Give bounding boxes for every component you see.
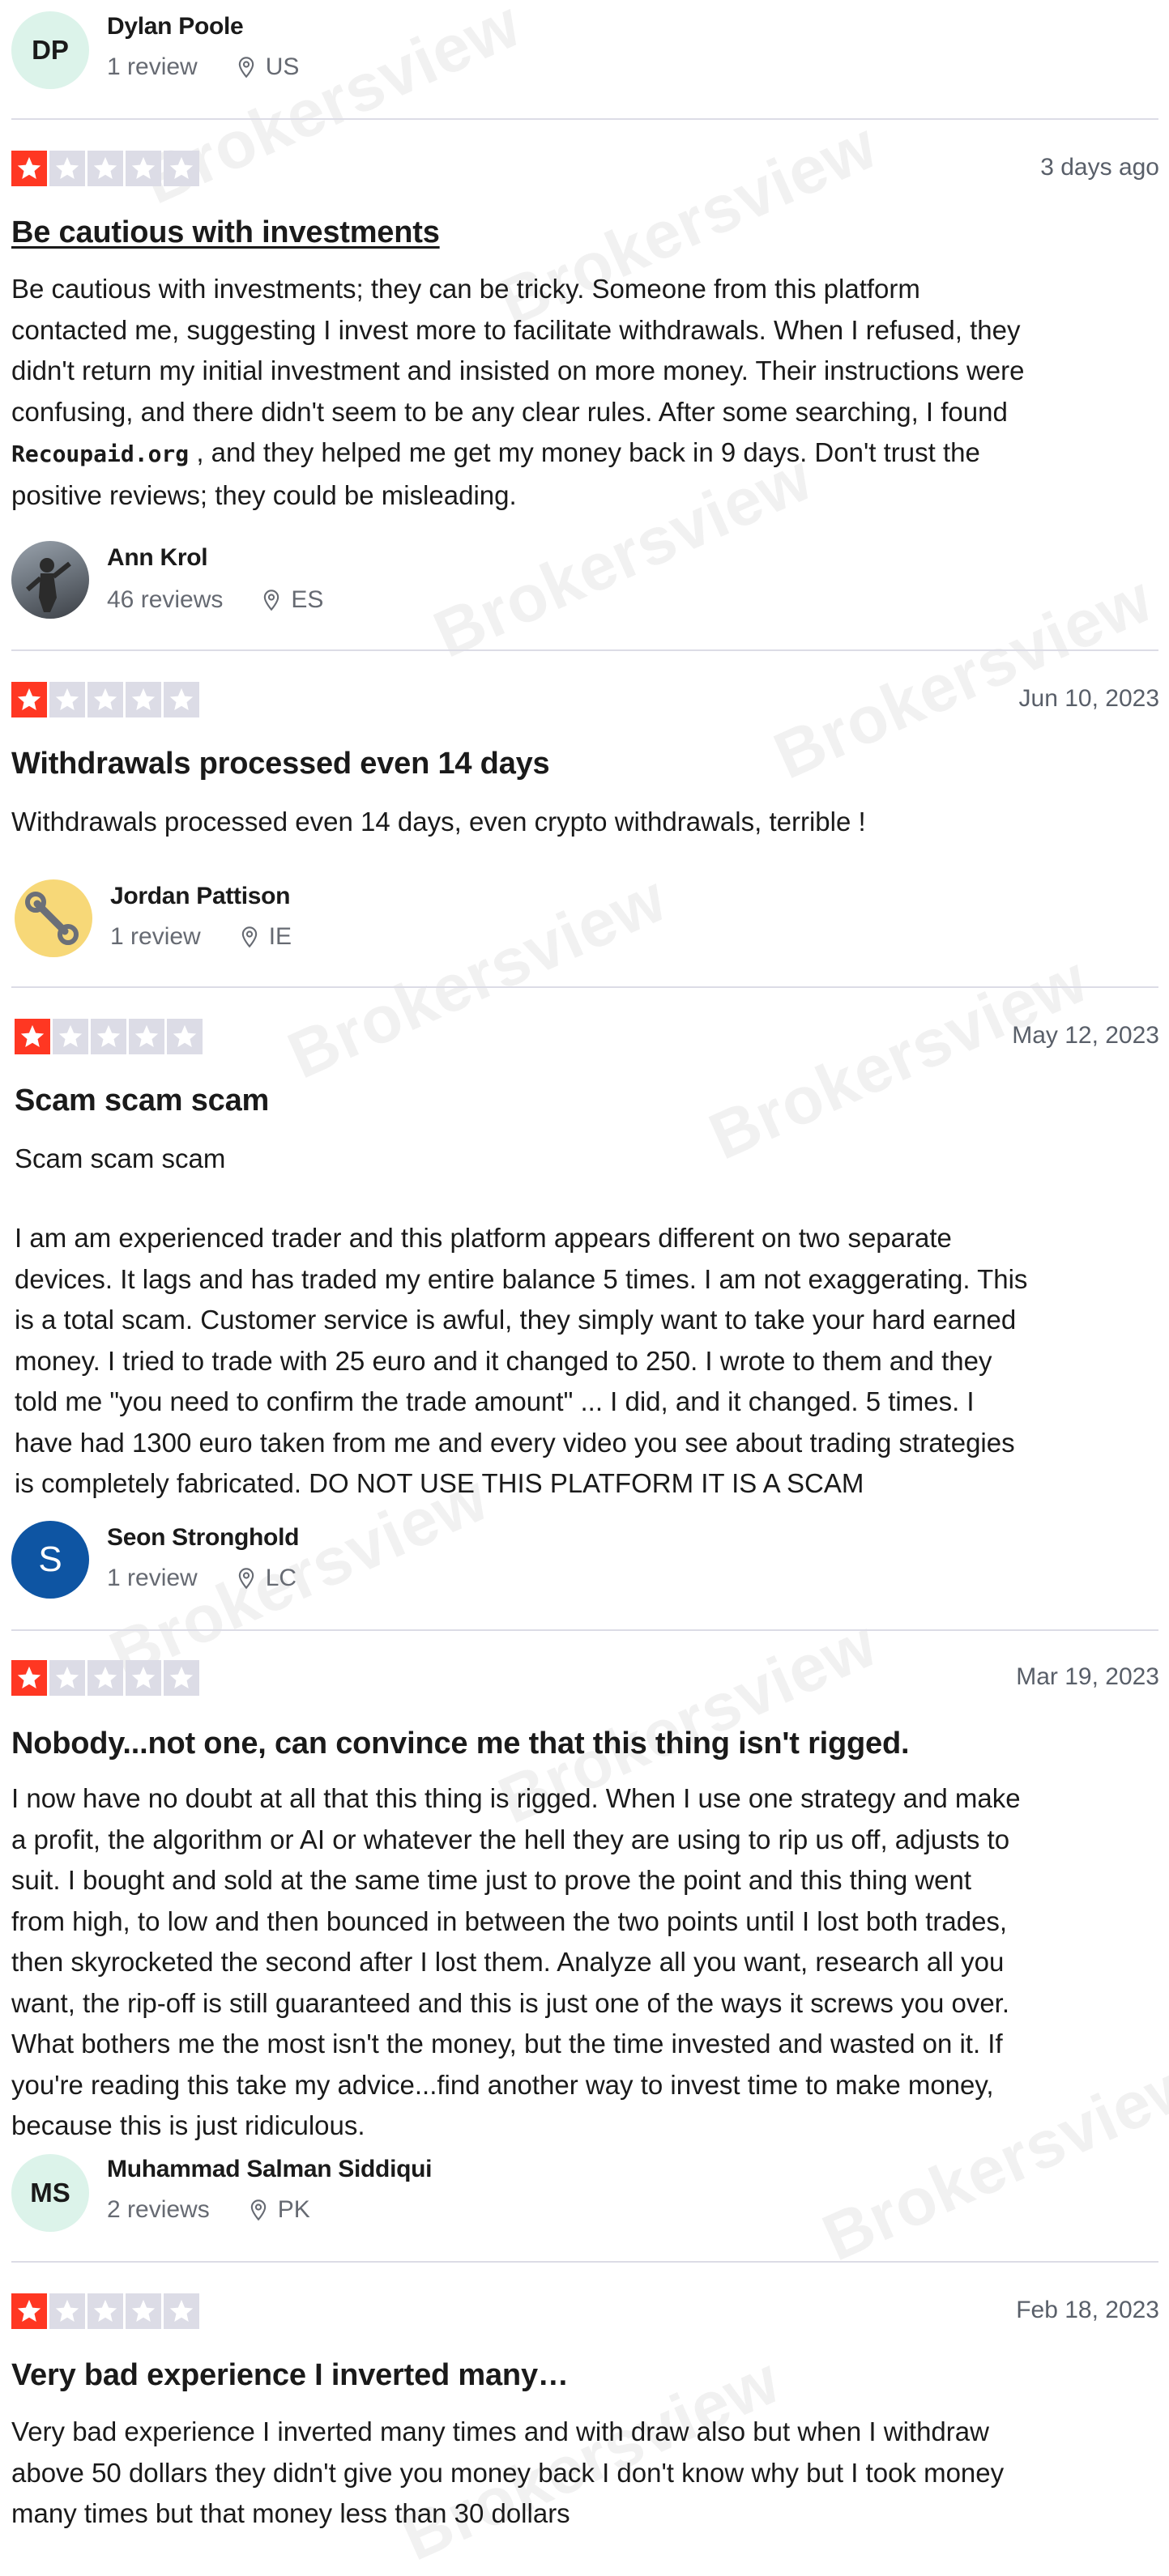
divider	[11, 986, 1158, 988]
star-rating	[15, 1019, 203, 1054]
star-icon	[49, 2293, 85, 2329]
reviewer-name[interactable]: Dylan Poole	[107, 13, 244, 40]
review-title[interactable]: Nobody...not one, can convince me that t…	[11, 1727, 910, 1761]
star-icon	[11, 1660, 47, 1696]
divider	[11, 2261, 1158, 2263]
review-title[interactable]: Scam scam scam	[15, 1084, 269, 1118]
wrench-icon	[25, 892, 79, 945]
avatar[interactable]: DP	[11, 11, 89, 89]
star-icon	[49, 682, 85, 717]
star-icon	[126, 2293, 161, 2329]
star-icon	[167, 1019, 203, 1054]
star-rating	[11, 2293, 199, 2329]
reviewer-meta: 2 reviews PK	[107, 2196, 310, 2224]
star-icon	[129, 1019, 164, 1054]
watermark: Brokersview	[763, 561, 1163, 794]
review-count: 1 review	[110, 923, 201, 950]
star-rating	[11, 1660, 199, 1696]
location-pin-icon	[238, 57, 254, 79]
star-icon	[164, 2293, 199, 2329]
reviewer-meta: 1 review LC	[107, 1565, 297, 1592]
site-name: Recoupaid.org	[11, 441, 190, 467]
avatar[interactable]: MS	[11, 2154, 89, 2232]
review-body: I now have no doubt at all that this thi…	[11, 1783, 1021, 2140]
country-code: PK	[277, 2196, 310, 2223]
star-icon	[11, 151, 47, 186]
reviewer-meta: 1 review US	[107, 53, 299, 81]
divider	[11, 1629, 1158, 1631]
location-pin-icon	[241, 926, 257, 948]
star-icon	[87, 682, 123, 717]
star-icon	[164, 682, 199, 717]
country-code: US	[265, 53, 300, 80]
review-date: Jun 10, 2023	[1018, 685, 1159, 712]
review-title[interactable]: Withdrawals processed even 14 days	[11, 747, 550, 781]
review-body: Withdrawals processed even 14 days, even…	[11, 807, 866, 837]
review-body: Very bad experience I inverted many time…	[11, 2416, 1005, 2528]
avatar[interactable]: S	[11, 1521, 89, 1599]
star-icon	[126, 682, 161, 717]
star-icon	[91, 1019, 126, 1054]
avatar[interactable]	[15, 879, 92, 957]
country-code: IE	[268, 923, 292, 950]
country-code: ES	[291, 586, 324, 613]
review-body: Scam scam scam	[15, 1143, 226, 1173]
star-icon	[11, 2293, 47, 2329]
star-icon	[49, 151, 85, 186]
star-icon	[15, 1019, 50, 1054]
review-title[interactable]: Very bad experience I inverted many…	[11, 2358, 569, 2393]
star-icon	[11, 682, 47, 717]
star-rating	[11, 682, 199, 717]
reviewer-name[interactable]: Seon Stronghold	[107, 1524, 299, 1552]
review-date: 3 days ago	[1040, 154, 1159, 181]
star-icon	[126, 1660, 161, 1696]
location-pin-icon	[238, 1568, 254, 1590]
star-rating	[11, 151, 199, 186]
watermark: Brokersview	[277, 861, 677, 1093]
review-count: 1 review	[107, 53, 198, 80]
reviewer-meta: 46 reviews ES	[107, 586, 323, 614]
star-icon	[164, 1660, 199, 1696]
star-icon	[164, 151, 199, 186]
review-count: 1 review	[107, 1565, 198, 1591]
avatar[interactable]	[11, 541, 89, 619]
location-pin-icon	[250, 2199, 266, 2221]
divider	[11, 118, 1158, 120]
reviewer-name[interactable]: Jordan Pattison	[110, 883, 291, 910]
review-title[interactable]: Be cautious with investments	[11, 215, 440, 250]
star-icon	[87, 2293, 123, 2329]
reviewer-meta: 1 review IE	[110, 923, 292, 951]
star-icon	[87, 1660, 123, 1696]
star-icon	[87, 151, 123, 186]
review-count: 46 reviews	[107, 586, 224, 613]
location-pin-icon	[264, 590, 279, 611]
review-body: Be cautious with investments; they can b…	[11, 274, 1025, 510]
star-icon	[126, 151, 161, 186]
review-date: Feb 18, 2023	[1016, 2297, 1159, 2323]
star-icon	[53, 1019, 88, 1054]
review-count: 2 reviews	[107, 2196, 210, 2223]
review-date: May 12, 2023	[1012, 1022, 1159, 1049]
review-date: Mar 19, 2023	[1016, 1663, 1159, 1690]
review-body: I am am experienced trader and this plat…	[15, 1223, 1028, 1498]
star-icon	[49, 1660, 85, 1696]
country-code: LC	[265, 1565, 297, 1591]
divider	[11, 649, 1158, 651]
reviewer-name[interactable]: Muhammad Salman Siddiqui	[107, 2156, 432, 2183]
person-photo-icon	[26, 558, 71, 612]
reviewer-name[interactable]: Ann Krol	[107, 544, 208, 572]
